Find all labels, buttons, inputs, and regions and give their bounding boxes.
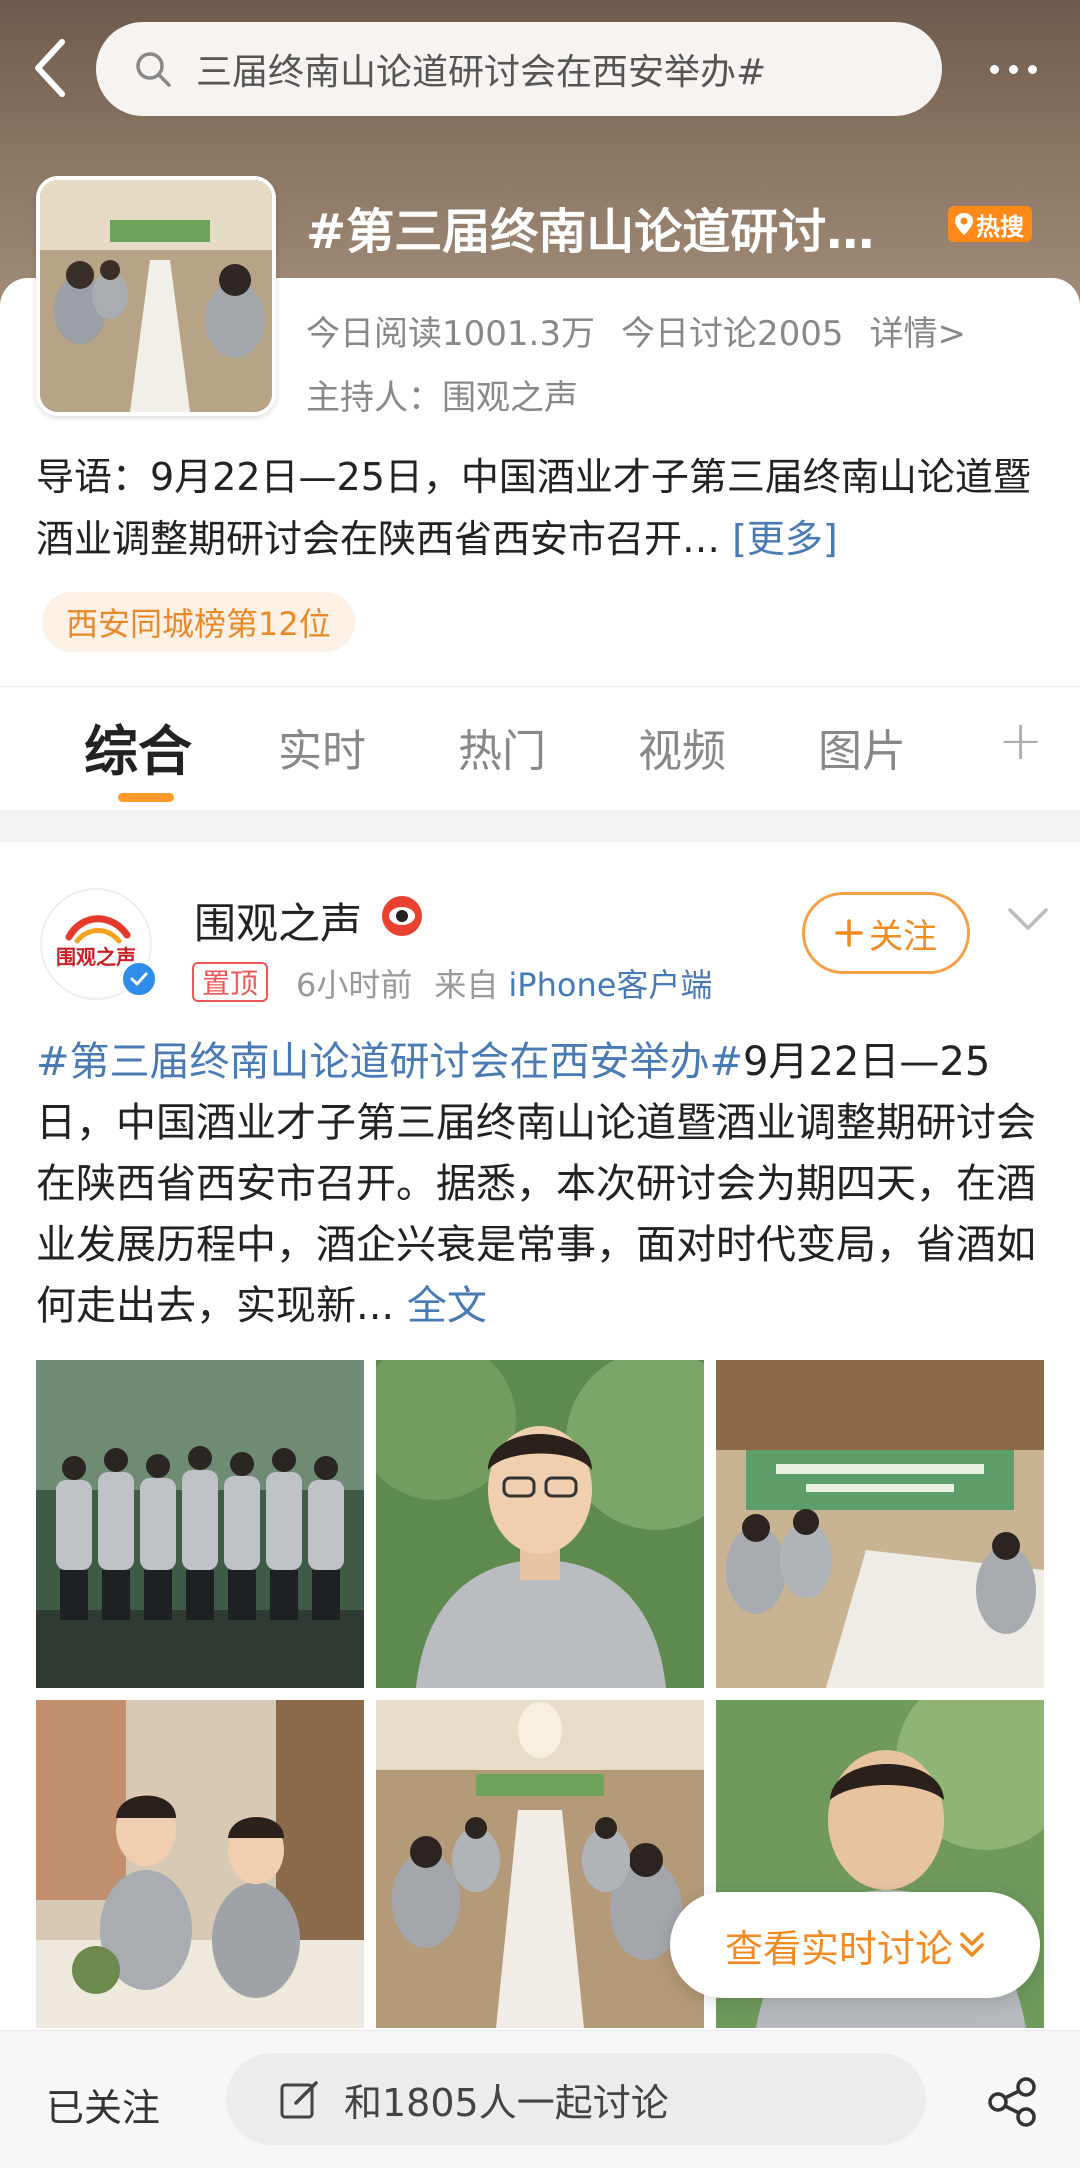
more-dot-icon	[989, 64, 999, 74]
topic-title: #第三届终南山论道研讨…	[306, 204, 875, 260]
intro-text: 导语：9月22日—25日，中国酒业才子第三届终南山论道暨酒业调整期研讨会在陕西省…	[36, 455, 1031, 561]
hot-search-badge: 热搜	[948, 206, 1032, 242]
active-tab-indicator	[118, 793, 174, 802]
search-bar[interactable]: 三届终南山论道研讨会在西安举办#	[96, 22, 942, 116]
tab-bar: 综合 实时 热门 视频 图片 +	[0, 686, 1080, 810]
tab-hot[interactable]: 热门	[458, 715, 546, 779]
location-pin-icon	[955, 213, 973, 235]
post-photo-group[interactable]	[36, 1360, 364, 1688]
search-query-text: 三届终南山论道研讨会在西安举办#	[196, 52, 767, 93]
topic-stats: 今日阅读1001.3万 今日讨论2005 详情>	[306, 306, 966, 355]
add-tab-icon[interactable]: +	[998, 709, 1043, 772]
post-time: 6小时前	[296, 966, 413, 1004]
tab-pictures[interactable]: 图片	[818, 715, 906, 779]
plus-icon	[835, 919, 863, 947]
search-icon	[136, 52, 171, 87]
follow-button[interactable]: 关注	[802, 892, 970, 974]
chevron-down-icon[interactable]	[1006, 904, 1050, 934]
topic-intro: 导语：9月22日—25日，中国酒业才子第三届终南山论道暨酒业调整期研讨会在陕西省…	[36, 446, 1046, 570]
eye-badge-icon	[382, 896, 422, 936]
city-rank-badge[interactable]: 西安同城榜第12位	[42, 592, 355, 652]
view-realtime-discussion-button[interactable]: 查看实时讨论	[670, 1892, 1040, 1998]
source-prefix: 来自	[434, 966, 499, 1004]
discussion-count: 今日讨论2005	[620, 314, 844, 354]
discuss-input[interactable]: 和1805人一起讨论	[226, 2053, 926, 2145]
post-photo-meeting[interactable]	[716, 1360, 1044, 1688]
topic-thumbnail[interactable]	[36, 176, 276, 416]
post-photo-discussion[interactable]	[36, 1700, 364, 2028]
read-count: 今日阅读1001.3万	[306, 314, 595, 354]
double-chevron-down-icon	[960, 1932, 984, 1957]
intro-more-link[interactable]: [更多]	[732, 517, 838, 561]
back-button[interactable]	[22, 38, 78, 98]
tab-realtime[interactable]: 实时	[278, 715, 366, 779]
post-photo-portrait[interactable]	[376, 1360, 704, 1688]
details-link[interactable]: 详情>	[870, 314, 967, 354]
more-dot-icon	[1008, 64, 1018, 74]
post-hashtag[interactable]: #第三届终南山论道研讨会在西安举办#	[36, 1039, 743, 1085]
full-text-link[interactable]: 全文	[407, 1283, 487, 1329]
more-options-button[interactable]	[976, 44, 1050, 94]
back-arrow-icon	[35, 39, 65, 97]
followed-button[interactable]: 已关注	[46, 2077, 160, 2132]
more-dot-icon	[1027, 64, 1037, 74]
post-text: #第三届终南山论道研讨会在西安举办#9月22日—25日，中国酒业才子第三届终南山…	[36, 1032, 1046, 1337]
username[interactable]: 围观之声	[194, 890, 362, 951]
edit-icon	[280, 2081, 318, 2119]
tab-video[interactable]: 视频	[638, 715, 726, 779]
topic-host: 主持人：围观之声	[306, 378, 578, 418]
verified-badge-icon	[120, 960, 158, 998]
post-source[interactable]: iPhone客户端	[508, 966, 712, 1004]
bottom-bar: 已关注 和1805人一起讨论	[0, 2030, 1080, 2168]
tab-comprehensive[interactable]: 综合	[84, 707, 192, 786]
share-icon[interactable]	[986, 2075, 1040, 2129]
post-photo-conference-table[interactable]	[376, 1700, 704, 2028]
post-meta: 6小时前 来自 iPhone客户端	[296, 960, 734, 1006]
pinned-badge: 置顶	[192, 962, 269, 1002]
